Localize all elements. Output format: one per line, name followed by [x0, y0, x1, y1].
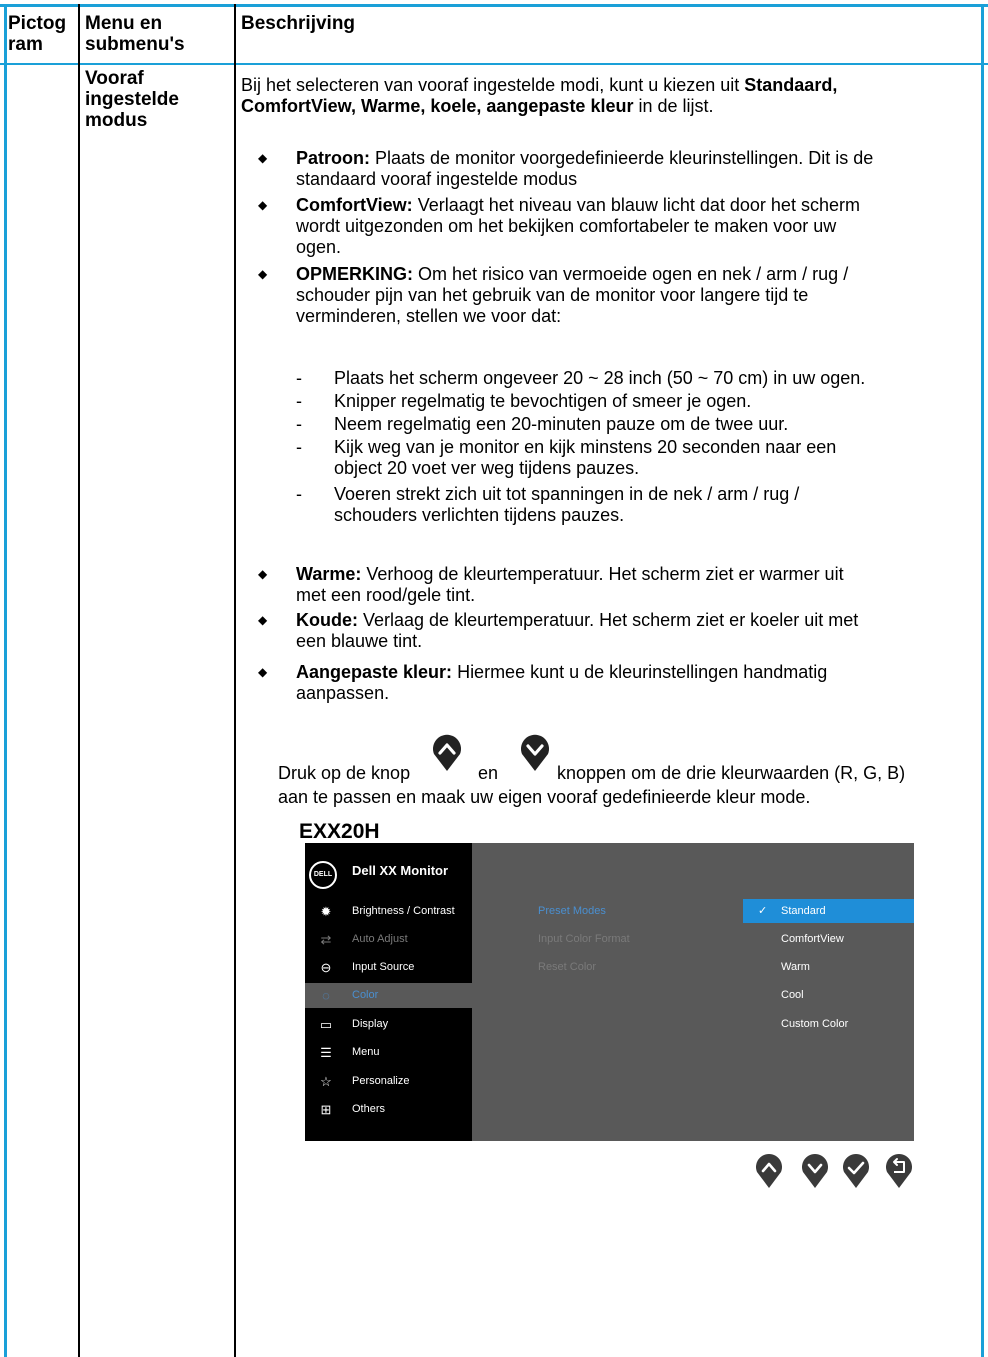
osd-title: Dell XX Monitor	[352, 863, 449, 878]
press-text-1: Druk op de knop	[278, 763, 411, 783]
osd-window: DELL Dell XX Monitor ✹ Brightness / Contr…	[305, 843, 914, 1141]
submenu-preset-modes[interactable]: Preset Modes	[538, 902, 606, 920]
right-border	[981, 4, 984, 1357]
col-divider-2	[234, 4, 236, 1357]
dell-logo: DELL	[309, 861, 337, 889]
color-drop-icon: ◌	[322, 988, 330, 1003]
menu-list-icon: ☰	[320, 1045, 332, 1060]
check-icon[interactable]	[842, 1153, 870, 1189]
osd-item-others[interactable]: ⊞ Others	[305, 1097, 472, 1122]
option-standard[interactable]: ✓ Standard	[743, 899, 914, 923]
option-custom-color[interactable]: Custom Color	[743, 1012, 914, 1036]
up-button-icon	[433, 734, 461, 771]
osd-item-input-source[interactable]: ⊖ Input Source	[305, 955, 472, 980]
option-warm[interactable]: Warm	[743, 955, 914, 979]
left-border	[4, 4, 7, 1357]
table: Pictog ram Menu en submenu's Beschrijvin…	[0, 0, 988, 1357]
option-cool[interactable]: Cool	[743, 983, 914, 1007]
osd-sidebar: DELL Dell XX Monitor ✹ Brightness / Contr…	[305, 843, 472, 1141]
submenu-input-color-format[interactable]: Input Color Format	[538, 930, 630, 948]
sun-icon: ✹	[320, 904, 332, 919]
others-icon: ⊞	[320, 1102, 332, 1117]
model-title: EXX20H	[299, 820, 380, 843]
input-icon: ⊖	[320, 960, 332, 975]
option-comfortview[interactable]: ComfortView	[743, 927, 914, 951]
down-icon[interactable]	[801, 1153, 829, 1189]
header-menu: Menu en submenu's	[85, 13, 185, 55]
down-button-icon	[521, 734, 549, 771]
osd-item-personalize[interactable]: ☆ Personalize	[305, 1069, 472, 1094]
up-icon[interactable]	[755, 1153, 783, 1189]
header-description: Beschrijving	[241, 13, 356, 34]
monitor-icon: ▭	[319, 1017, 333, 1032]
osd-item-brightness[interactable]: ✹ Brightness / Contrast	[305, 899, 472, 924]
col-divider-1	[78, 4, 80, 1357]
table-top-border	[0, 4, 988, 7]
header-pictogram: Pictog ram	[8, 13, 67, 55]
check-icon: ✓	[758, 905, 768, 917]
press-text-2: en	[478, 763, 499, 783]
osd-item-menu[interactable]: ☰ Menu	[305, 1040, 472, 1065]
submenu-reset-color[interactable]: Reset Color	[538, 958, 596, 976]
arrows-icon: ⇄	[320, 932, 332, 947]
back-icon[interactable]	[885, 1153, 913, 1189]
press-text-4: aan te passen en maak uw eigen vooraf ge…	[278, 787, 811, 807]
osd-item-display[interactable]: ▭ Display	[305, 1012, 472, 1037]
intro-text: Bij het selecteren van vooraf ingestelde…	[241, 75, 838, 116]
osd-item-color[interactable]: ◌ Color	[305, 983, 472, 1008]
osd-item-auto-adjust[interactable]: ⇄ Auto Adjust	[305, 927, 472, 952]
header-divider	[0, 63, 988, 65]
star-icon: ☆	[320, 1074, 332, 1089]
press-text-3: knoppen om de drie kleurwaarden (R, G, B…	[557, 763, 906, 783]
menu-title: Vooraf ingestelde modus	[85, 68, 179, 131]
